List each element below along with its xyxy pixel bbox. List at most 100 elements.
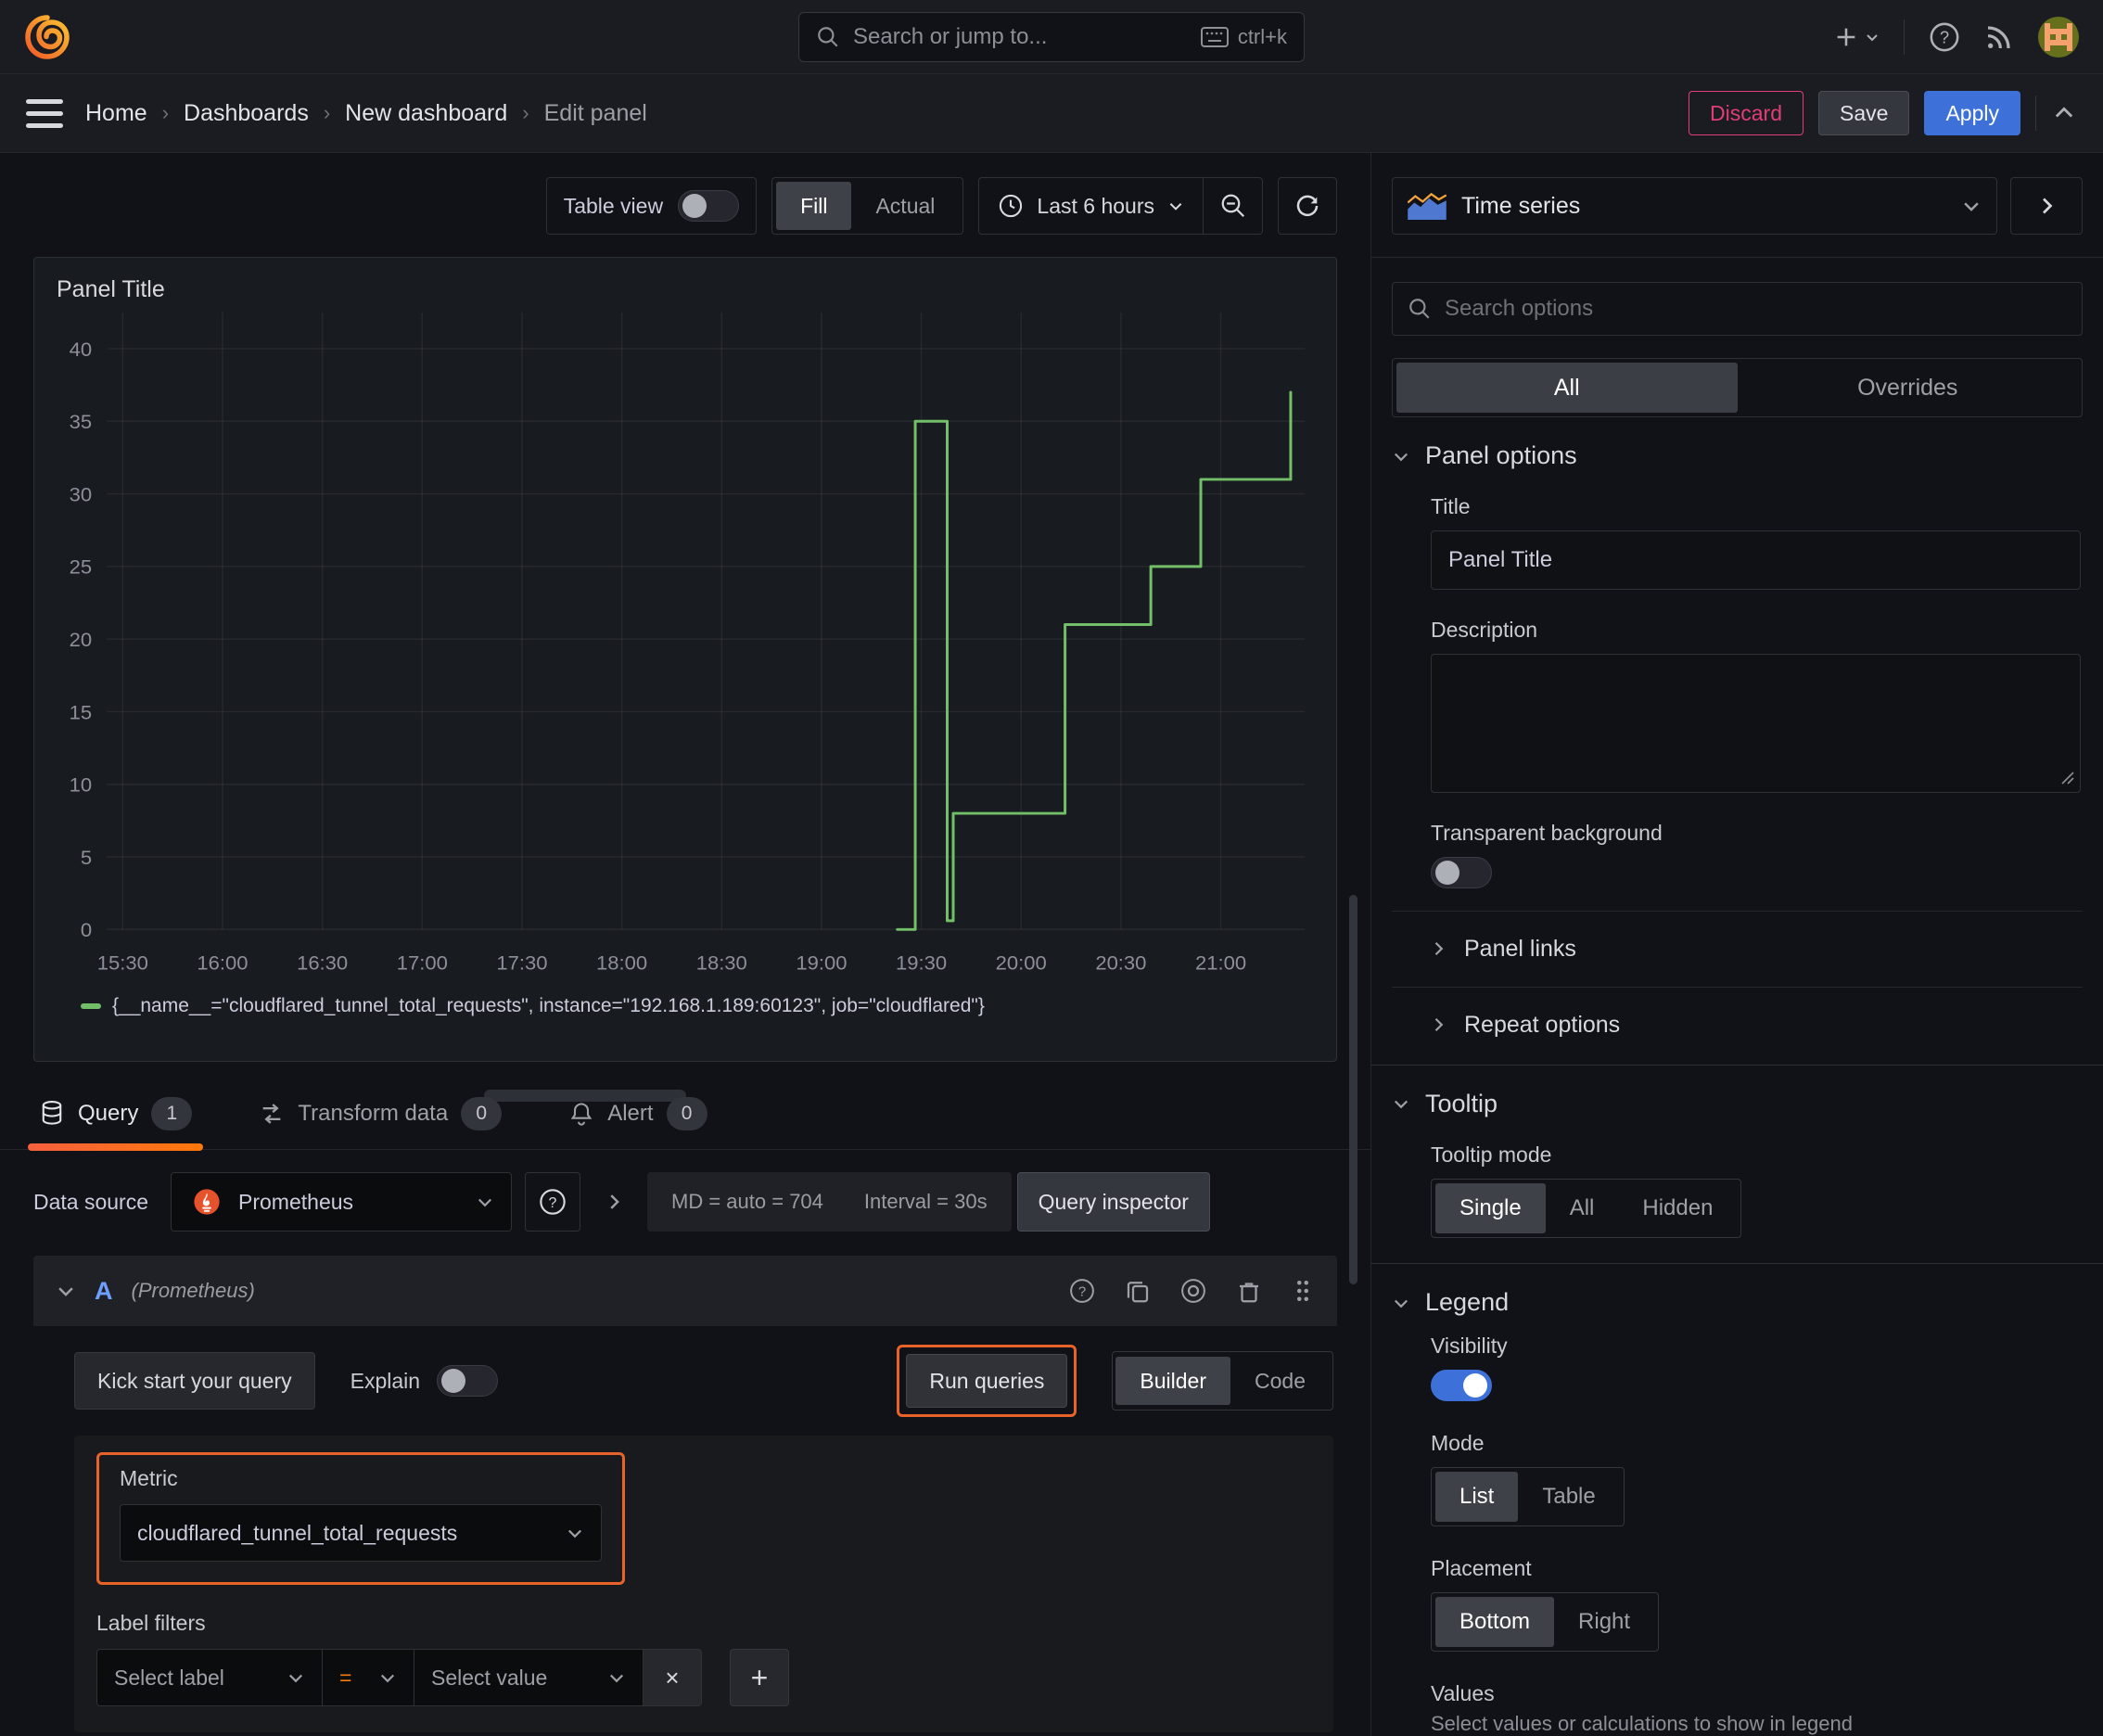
save-button[interactable]: Save [1818,91,1910,135]
legend-placement-label: Placement [1431,1556,1532,1580]
close-icon: × [665,1663,680,1691]
global-search[interactable]: ctrl+k [798,12,1305,62]
grafana-logo[interactable] [24,13,70,61]
collapse-options-button[interactable] [2010,177,2083,235]
code-option[interactable]: Code [1230,1357,1330,1405]
query-options-row: Kick start your query Explain Run querie… [33,1326,1337,1417]
visualization-picker[interactable]: Time series [1392,177,1997,235]
breadcrumb-dashboards[interactable]: Dashboards [184,100,309,127]
svg-text:10: 10 [70,773,92,797]
transparent-background-toggle[interactable] [1431,857,1492,888]
description-textarea[interactable] [1431,654,2081,793]
database-icon [42,1101,62,1125]
tab-transform-data[interactable]: Transform data 0 [253,1084,507,1149]
legend-table-option[interactable]: Table [1518,1472,1619,1522]
search-icon [816,25,840,49]
tab-query[interactable]: Query 1 [27,1084,204,1151]
tab-query-label: Query [78,1101,139,1126]
builder-option[interactable]: Builder [1115,1357,1231,1405]
legend-header[interactable]: Legend [1371,1264,2103,1324]
panel-title-input[interactable] [1431,530,2081,590]
svg-text:20:00: 20:00 [996,951,1047,975]
metric-select[interactable]: cloudflared_tunnel_total_requests [120,1504,602,1562]
legend-visibility-toggle[interactable] [1431,1370,1492,1401]
zoom-out-button[interactable] [1203,178,1262,234]
refresh-button[interactable] [1278,177,1337,235]
svg-text:40: 40 [70,338,92,361]
legend-series-label[interactable]: {__name__="cloudflared_tunnel_total_requ… [112,995,985,1017]
actual-option[interactable]: Actual [851,182,959,230]
query-help-button[interactable]: ? [1068,1277,1096,1305]
select-value-dropdown[interactable]: Select value [414,1649,644,1706]
time-range-label: Last 6 hours [1037,193,1154,218]
breadcrumb-separator: › [323,101,331,124]
global-search-input[interactable] [853,24,1188,50]
explain-toggle[interactable] [437,1365,499,1397]
toggle-visibility-button[interactable] [1179,1277,1207,1305]
duplicate-query-button[interactable] [1124,1277,1152,1305]
placement-right-option[interactable]: Right [1554,1597,1654,1647]
user-avatar[interactable] [2038,16,2079,57]
transparent-background-label: Transparent background [1431,821,1663,845]
vertical-scrollbar[interactable] [1349,895,1357,1284]
legend-list-option[interactable]: List [1435,1472,1519,1522]
chart-legend[interactable]: {__name__="cloudflared_tunnel_total_requ… [81,995,1321,1017]
tooltip-hidden-option[interactable]: Hidden [1618,1183,1737,1233]
expand-stats-button[interactable] [593,1192,634,1212]
shortcut-label: ctrl+k [1237,25,1287,48]
operator-dropdown[interactable]: = [322,1649,414,1706]
builder-code-switch: Builder Code [1112,1351,1333,1410]
legend-mode-switch: List Table [1431,1467,1625,1526]
delete-query-button[interactable] [1235,1277,1263,1305]
svg-text:19:30: 19:30 [896,951,947,975]
explain-label: Explain [350,1368,421,1393]
legend-values-label: Values [1431,1681,1495,1705]
tab-alert[interactable]: Alert 0 [563,1084,712,1149]
query-ref-id[interactable]: A [95,1277,113,1306]
apply-button[interactable]: Apply [1924,91,2020,135]
add-menu-button[interactable] [1833,24,1880,50]
run-queries-button[interactable]: Run queries [906,1354,1068,1408]
tab-all[interactable]: All [1396,363,1738,413]
options-sidebar: Time series All Overrides Panel op [1370,153,2103,1736]
remove-filter-button[interactable]: × [643,1649,702,1706]
table-view-toggle[interactable] [678,190,740,222]
kick-start-query-button[interactable]: Kick start your query [74,1352,315,1410]
time-range-picker[interactable]: Last 6 hours [979,193,1203,219]
panel-options-header[interactable]: Panel options [1371,417,2103,478]
placement-bottom-option[interactable]: Bottom [1435,1597,1555,1647]
datasource-picker[interactable]: Prometheus [171,1172,513,1232]
panel-preview[interactable]: Panel Title 0 5 10 15 20 25 30 35 40 15:30 16:00 16… [33,257,1337,1062]
tooltip-header[interactable]: Tooltip [1371,1066,2103,1126]
actions-divider [2035,96,2036,131]
chevron-down-icon [567,1529,582,1538]
drag-query-handle[interactable] [1291,1277,1315,1305]
menu-toggle-button[interactable] [26,98,63,128]
news-rss-button[interactable] [1984,22,2014,52]
panel-links-row[interactable]: Panel links [1392,910,2083,987]
collapse-header-button[interactable] [2051,100,2077,126]
select-label-dropdown[interactable]: Select label [96,1649,323,1706]
add-filter-button[interactable]: + [730,1649,789,1706]
options-search[interactable] [1392,282,2083,336]
repeat-options-row[interactable]: Repeat options [1392,986,2083,1063]
query-row-header[interactable]: A (Prometheus) ? [33,1256,1337,1326]
help-button[interactable]: ? [1929,21,1960,53]
breadcrumb-new-dashboard[interactable]: New dashboard [345,100,507,127]
svg-text:35: 35 [70,410,92,433]
options-search-input[interactable] [1445,296,2067,322]
chevron-right-icon [1434,942,1444,956]
tooltip-all-option[interactable]: All [1546,1183,1619,1233]
refresh-icon [1296,195,1319,217]
discard-button[interactable]: Discard [1689,91,1804,135]
query-datasource-hint: (Prometheus) [131,1279,255,1302]
tooltip-single-option[interactable]: Single [1435,1182,1546,1233]
breadcrumb-home[interactable]: Home [85,100,147,127]
tab-overrides[interactable]: Overrides [1738,363,2079,413]
query-inspector-button[interactable]: Query inspector [1016,1172,1210,1232]
chevron-down-icon [1394,1100,1408,1109]
resize-handle-icon[interactable] [2058,769,2075,785]
fill-option[interactable]: Fill [776,182,852,230]
datasource-help-button[interactable]: ? [525,1172,581,1232]
svg-text:18:00: 18:00 [596,951,647,975]
